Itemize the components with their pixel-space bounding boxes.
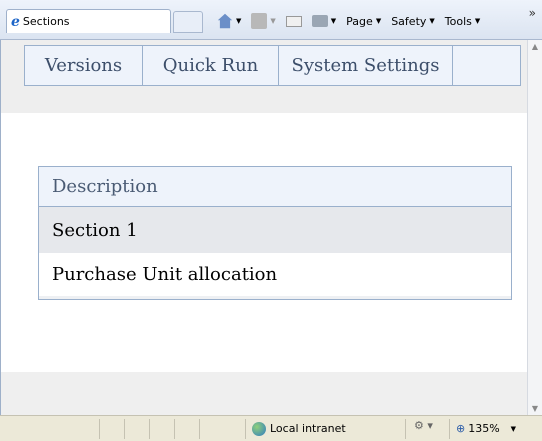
feeds-button[interactable]: ▼ <box>248 10 278 32</box>
nav-item-versions[interactable]: Versions <box>25 46 143 85</box>
tools-menu-button[interactable]: Tools ▼ <box>442 10 484 32</box>
page-menu-button[interactable]: Page ▼ <box>343 10 384 32</box>
globe-icon <box>252 421 266 436</box>
column-header-description[interactable]: Description <box>39 167 511 207</box>
zoom-icon: ⊕ <box>456 422 466 435</box>
table-row[interactable]: Purchase Unit allocation <box>39 253 511 299</box>
home-dropdown-icon[interactable]: ▼ <box>236 17 241 25</box>
page-viewport: Versions Quick Run System Settings Descr… <box>0 40 527 415</box>
home-icon <box>217 13 233 29</box>
chevron-more-icon[interactable]: » <box>529 6 536 20</box>
section-row: Section 1 <box>39 207 511 253</box>
nav-band: Versions Quick Run System Settings <box>1 40 527 113</box>
page-dropdown-icon: ▼ <box>375 17 382 25</box>
home-button[interactable]: ▼ <box>214 10 244 32</box>
status-cell <box>200 418 246 439</box>
zone-label: Local intranet <box>270 422 346 435</box>
sections-table: Description Section 1 Purchase Unit allo… <box>38 166 512 300</box>
security-zone[interactable]: Local intranet <box>246 418 406 439</box>
zoom-button[interactable]: ⊕ 135% ▼ <box>450 422 522 435</box>
rss-icon <box>251 13 268 29</box>
protected-mode-icon: ⚙ ▾ <box>414 418 433 432</box>
main-nav: Versions Quick Run System Settings <box>24 45 521 86</box>
zoom-label: 135% <box>468 422 500 435</box>
status-cell <box>175 418 200 439</box>
vertical-scrollbar[interactable]: ▲ ▼ <box>527 40 542 415</box>
tab-sections[interactable]: e Sections <box>6 9 171 33</box>
ie-logo-icon: e <box>11 13 20 30</box>
scroll-up-icon[interactable]: ▲ <box>530 42 540 51</box>
tools-dropdown-icon: ▼ <box>474 17 481 25</box>
tools-menu-label: Tools <box>444 14 472 28</box>
zoom-dropdown-icon[interactable]: ▼ <box>511 425 516 433</box>
scroll-down-icon[interactable]: ▼ <box>530 404 540 413</box>
mail-button[interactable] <box>283 10 305 32</box>
safety-menu-label: Safety <box>391 14 427 28</box>
feeds-dropdown-icon[interactable]: ▼ <box>270 17 275 25</box>
print-icon <box>311 15 328 27</box>
nav-item-quick-run[interactable]: Quick Run <box>143 46 279 85</box>
browser-toolbar: e Sections ▼ ▼ ▼ Page ▼ Safety ▼ Tools ▼ <box>0 0 542 40</box>
print-button[interactable]: ▼ <box>309 10 339 32</box>
page-menu-label: Page <box>346 14 373 28</box>
main-content: Description Section 1 Purchase Unit allo… <box>1 113 527 372</box>
command-bar: ▼ ▼ ▼ Page ▼ Safety ▼ Tools ▼ <box>214 10 483 32</box>
print-dropdown-icon[interactable]: ▼ <box>331 17 336 25</box>
nav-filler <box>453 46 520 85</box>
protected-mode-button[interactable]: ⚙ ▾ <box>406 418 450 439</box>
safety-menu-button[interactable]: Safety ▼ <box>388 10 438 32</box>
new-tab-button[interactable] <box>173 11 203 33</box>
status-cell <box>0 418 100 439</box>
mail-icon <box>285 15 302 27</box>
safety-dropdown-icon: ▼ <box>429 17 435 25</box>
status-bar: Local intranet ⚙ ▾ ⊕ 135% ▼ <box>0 415 542 441</box>
tab-title: Sections <box>22 15 70 28</box>
nav-item-system-settings[interactable]: System Settings <box>279 46 453 85</box>
status-cell <box>150 418 175 439</box>
status-cell <box>100 418 125 439</box>
footer-band <box>1 372 527 415</box>
status-cell <box>125 418 150 439</box>
